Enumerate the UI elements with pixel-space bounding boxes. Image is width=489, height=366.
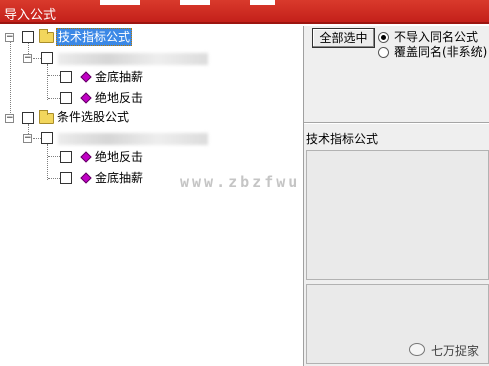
diamond-formula-icon	[80, 151, 92, 163]
folder-icon	[39, 29, 54, 43]
blurred-label	[58, 53, 208, 65]
collapse-icon[interactable]: −	[5, 33, 14, 42]
folder-icon	[39, 110, 54, 124]
radio-unchecked-icon[interactable]	[378, 47, 389, 58]
radio-checked-icon[interactable]	[378, 32, 389, 43]
description-box	[306, 150, 489, 280]
title-bar: 导入公式	[0, 0, 489, 24]
tree-node-sub[interactable]: −	[0, 130, 220, 148]
tree-item-label[interactable]: 绝地反击	[95, 149, 143, 165]
tree-node-formula[interactable]: 绝地反击	[0, 149, 200, 167]
tree-group-label[interactable]: 条件选股公式	[57, 109, 129, 125]
tree-item-label[interactable]: 金底抽薪	[95, 170, 143, 186]
tree-node-group[interactable]: − 技术指标公式	[0, 28, 200, 46]
formula-tree: − 技术指标公式 − 金底抽薪 绝地反击 − 条件选股公式 − 绝地反击 金底抽…	[0, 26, 303, 366]
sub-checkbox[interactable]	[41, 52, 53, 64]
divider	[304, 122, 489, 124]
formula-checkbox[interactable]	[60, 151, 72, 163]
wechat-icon	[409, 343, 425, 356]
tree-node-group[interactable]: − 条件选股公式	[0, 109, 200, 127]
formula-checkbox[interactable]	[60, 172, 72, 184]
tree-group-label[interactable]: 技术指标公式	[56, 28, 133, 46]
sub-checkbox[interactable]	[41, 132, 53, 144]
collapse-icon[interactable]: −	[23, 134, 32, 143]
titlebar-gap	[250, 0, 275, 5]
collapse-icon[interactable]: −	[23, 54, 32, 63]
tree-item-label[interactable]: 绝地反击	[95, 90, 143, 106]
group-checkbox[interactable]	[22, 112, 34, 124]
tree-node-formula[interactable]: 金底抽薪	[0, 170, 200, 188]
tree-node-formula[interactable]: 金底抽薪	[0, 69, 200, 87]
collapse-icon[interactable]: −	[5, 114, 14, 123]
select-all-button[interactable]: 全部选中	[312, 28, 375, 48]
group-checkbox[interactable]	[22, 31, 34, 43]
tree-node-formula[interactable]: 绝地反击	[0, 90, 200, 108]
options-panel: 全部选中 不导入同名公式 覆盖同名(非系统) 技术指标公式	[303, 26, 489, 366]
radio-overwrite-label[interactable]: 覆盖同名(非系统)	[394, 45, 487, 60]
brand-text: 七万捉家	[431, 344, 480, 358]
formula-checkbox[interactable]	[60, 92, 72, 104]
diamond-formula-icon	[80, 172, 92, 184]
radio-no-import-label[interactable]: 不导入同名公式	[394, 30, 478, 45]
tree-node-sub[interactable]: −	[0, 50, 220, 68]
titlebar-gap	[100, 0, 140, 5]
titlebar-gap	[180, 0, 210, 5]
blurred-label	[58, 133, 208, 145]
section-title: 技术指标公式	[306, 132, 379, 146]
window-title: 导入公式	[4, 8, 57, 23]
tree-item-label[interactable]: 金底抽薪	[95, 69, 143, 85]
diamond-formula-icon	[80, 92, 92, 104]
diamond-formula-icon	[80, 71, 92, 83]
formula-checkbox[interactable]	[60, 71, 72, 83]
